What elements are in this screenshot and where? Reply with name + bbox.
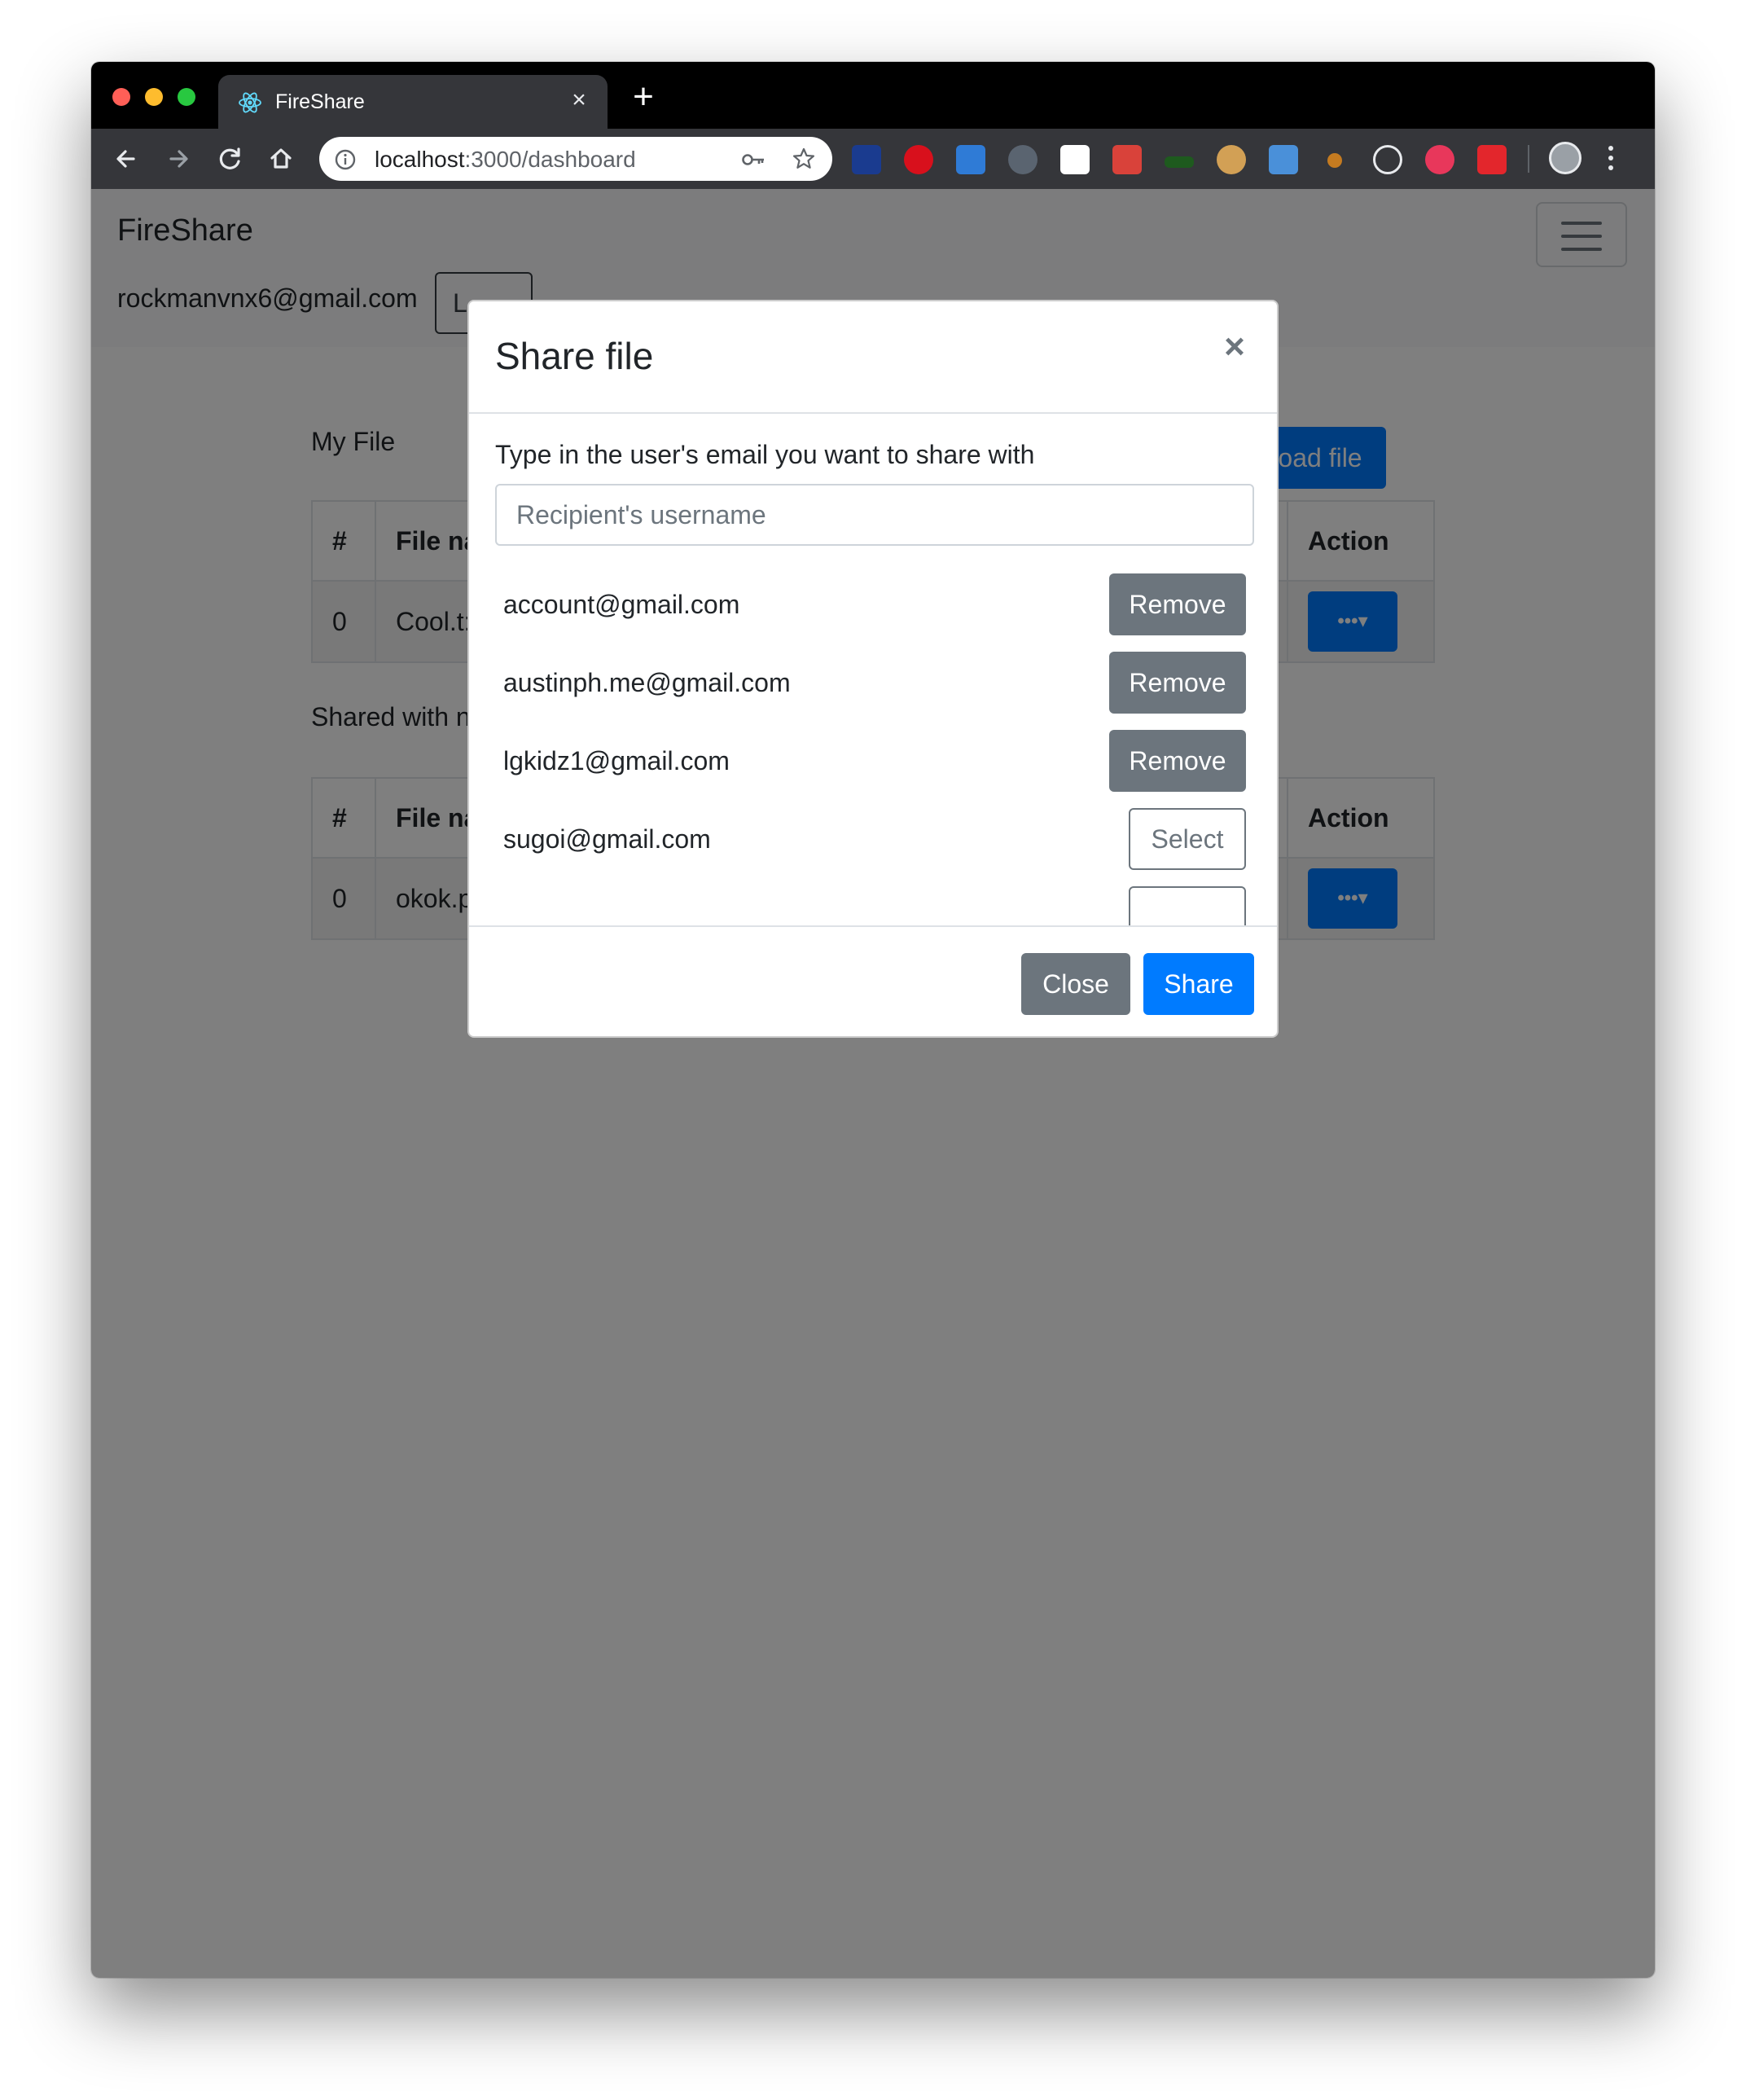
share-prompt: Type in the user's email you want to sha… — [495, 440, 1035, 469]
pin-icon[interactable] — [1477, 145, 1507, 174]
ae-icon[interactable] — [1373, 145, 1402, 174]
user-email: sugoi@gmail.com — [503, 824, 711, 854]
share-button[interactable]: Share — [1143, 953, 1254, 1015]
browser-window: FireShare × + localhost:3000/dashboard S… — [91, 62, 1655, 1978]
reader-icon[interactable] — [1269, 145, 1298, 174]
recipient-input[interactable] — [495, 484, 1254, 546]
select-button[interactable]: Select — [1129, 808, 1246, 870]
remove-button[interactable]: Remove — [1109, 730, 1246, 792]
bug-icon[interactable] — [1112, 145, 1142, 174]
user-email: austinph.me@gmail.com — [503, 668, 791, 697]
page-content: FireShare rockmanvnx6@gmail.com L My Fil… — [91, 189, 1655, 1978]
modal-body: Type in the user's email you want to sha… — [469, 414, 1277, 925]
tampermonkey-icon[interactable] — [1425, 145, 1454, 174]
list-item: lgkidz1@gmail.com Remove — [495, 730, 1254, 792]
spy-icon[interactable] — [1008, 145, 1038, 174]
jetbrains-icon[interactable] — [852, 145, 881, 174]
url-text: localhost:3000/dashboard — [375, 147, 636, 172]
tab-title: FireShare — [275, 90, 365, 113]
home-icon[interactable] — [264, 142, 298, 176]
modal-footer: Close Share — [469, 925, 1277, 1036]
close-window-button[interactable] — [112, 88, 130, 106]
terminal-icon[interactable] — [1165, 156, 1194, 168]
star-icon[interactable] — [792, 147, 816, 171]
key-icon[interactable] — [741, 148, 766, 171]
nut-icon[interactable] — [1327, 153, 1342, 168]
cookie-icon[interactable] — [1217, 145, 1246, 174]
list-item: account@gmail.com Remove — [495, 573, 1254, 635]
info-icon[interactable] — [334, 148, 357, 171]
minimize-window-button[interactable] — [145, 88, 163, 106]
tab-close-icon[interactable]: × — [565, 86, 593, 114]
list-item — [495, 886, 1254, 925]
remove-button[interactable]: Remove — [1109, 652, 1246, 714]
back-icon[interactable] — [109, 142, 143, 176]
reload-icon[interactable] — [213, 142, 248, 176]
profile-avatar-icon[interactable] — [1549, 142, 1581, 174]
modal-header: Share file × — [469, 301, 1277, 414]
forward-icon[interactable] — [161, 142, 195, 176]
browser-toolbar: localhost:3000/dashboard — [91, 129, 1655, 189]
remove-button[interactable]: Remove — [1109, 573, 1246, 635]
new-tab-button[interactable]: + — [629, 79, 658, 115]
address-bar[interactable]: localhost:3000/dashboard — [319, 137, 832, 181]
user-email: lgkidz1@gmail.com — [503, 746, 730, 775]
maximize-window-button[interactable] — [178, 88, 195, 106]
browser-menu-icon[interactable] — [1606, 143, 1616, 174]
select-button[interactable] — [1129, 886, 1246, 925]
instapaper-icon[interactable] — [1060, 145, 1090, 174]
react-icon — [239, 92, 261, 113]
close-icon[interactable]: × — [1218, 329, 1251, 365]
list-item: sugoi@gmail.com Select — [495, 808, 1254, 870]
user-email: account@gmail.com — [503, 590, 740, 619]
toolbar-separator — [1528, 145, 1529, 173]
browser-tab[interactable]: FireShare × — [218, 75, 608, 129]
tab-strip: FireShare × + — [91, 62, 1655, 129]
ublock-icon[interactable] — [904, 145, 933, 174]
modal-title: Share file — [495, 335, 654, 377]
pocket-icon[interactable] — [956, 145, 985, 174]
share-file-modal: Share file × Type in the user's email yo… — [467, 300, 1279, 1038]
close-button[interactable]: Close — [1021, 953, 1130, 1015]
list-item: austinph.me@gmail.com Remove — [495, 652, 1254, 714]
